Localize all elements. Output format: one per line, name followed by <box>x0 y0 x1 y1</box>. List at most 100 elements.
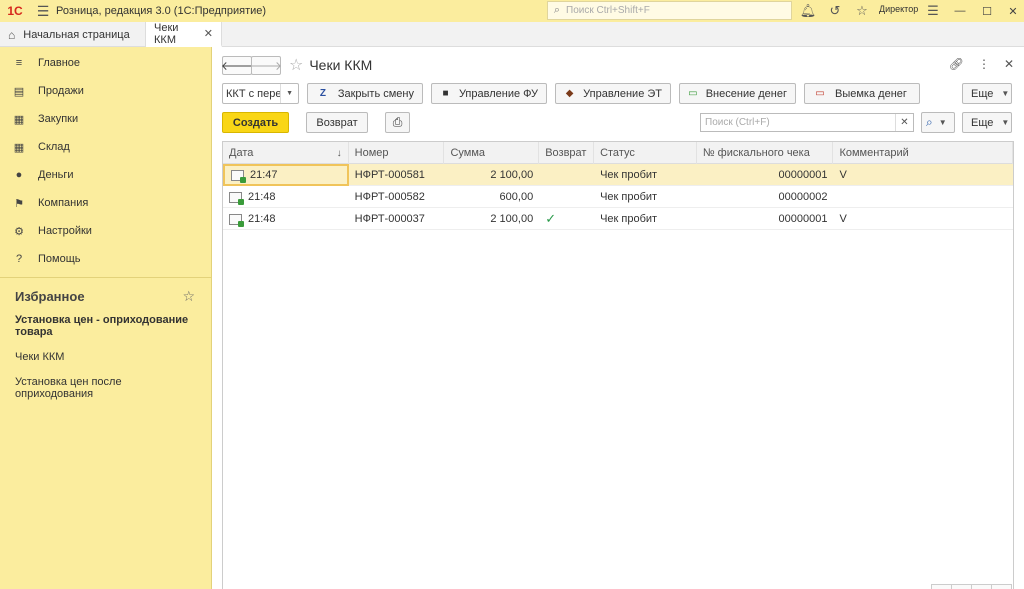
favorites-title: Избранное <box>15 289 85 304</box>
help-icon: ? <box>15 253 23 265</box>
sidebar-item-money[interactable]: ● Деньги <box>0 161 211 189</box>
cell-number[interactable]: НФРТ-000037 <box>349 208 445 230</box>
column-header-date[interactable]: Дата ↓ <box>223 142 349 164</box>
more-button-2[interactable]: Еще ▼ <box>962 112 1012 133</box>
clear-icon[interactable]: ✕ <box>895 114 913 131</box>
table-header: Дата ↓ Номер Сумма Возврат Статус № фиска… <box>223 142 1013 164</box>
global-search-input[interactable]: ⌕ Поиск Ctrl+Shift+F <box>547 1 792 20</box>
column-label: Дата <box>229 147 254 159</box>
column-header-fiscal[interactable]: № фискального чека <box>697 142 834 164</box>
cash-out-button[interactable]: ▭ Выемка денег <box>804 83 920 104</box>
search-button[interactable]: ⌕ ▼ <box>921 112 955 133</box>
cell-status[interactable]: Чек пробит <box>594 208 697 230</box>
column-header-comment[interactable]: Комментарий <box>833 142 1013 164</box>
scroll-next-button[interactable] <box>971 584 992 589</box>
sidebar-item-label: Деньги <box>38 169 74 181</box>
cell-comment[interactable]: V <box>833 208 1013 230</box>
sidebar-item-label: Помощь <box>38 253 81 265</box>
bell-icon[interactable]: 🔔︎ <box>796 0 820 22</box>
cell-sum[interactable]: 2 100,00 <box>444 164 539 186</box>
sidebar-item-settings[interactable]: ⚙ Настройки <box>0 217 211 245</box>
cash-in-icon: ▭ <box>688 88 698 99</box>
chevron-down-icon: ▼ <box>1001 118 1010 127</box>
maximize-icon[interactable]: ☐ <box>973 0 1001 22</box>
column-label: Комментарий <box>839 147 909 159</box>
cell-sum[interactable]: 2 100,00 <box>444 208 539 230</box>
column-label: Статус <box>600 147 635 159</box>
cell-date[interactable]: 21:48 <box>223 186 349 208</box>
cell-fiscal[interactable]: 00000002 <box>697 186 834 208</box>
chevron-down-icon[interactable]: ▼ <box>280 84 298 103</box>
cell-number[interactable]: НФРТ-000581 <box>349 164 445 186</box>
scroll-last-button[interactable] <box>991 584 1012 589</box>
cell-return[interactable] <box>539 164 594 186</box>
current-user[interactable]: Директор <box>879 4 918 14</box>
cell-number[interactable]: НФРТ-000582 <box>349 186 445 208</box>
sidebar-item-company[interactable]: ⚑ Компания <box>0 189 211 217</box>
close-icon[interactable]: ✕ <box>1004 57 1014 71</box>
link-icon[interactable]: 🔗︎ <box>949 57 964 71</box>
cell-return[interactable] <box>539 186 594 208</box>
fu-manage-button[interactable]: ■ Управление ФУ <box>431 83 547 104</box>
cell-text: 21:48 <box>248 213 276 225</box>
more-button[interactable]: Еще ▼ <box>962 83 1012 104</box>
search-icon: ⌕ <box>926 115 933 129</box>
column-header-status[interactable]: Статус <box>594 142 697 164</box>
more-vertical-icon[interactable]: ⋮ <box>978 57 990 71</box>
favorite-item[interactable]: Установка цен - оприходование товара <box>0 309 211 343</box>
sidebar-item-warehouse[interactable]: ▦ Склад <box>0 133 211 161</box>
close-shift-button[interactable]: Z Закрыть смену <box>307 83 423 104</box>
page-title: Чеки ККМ <box>309 57 373 73</box>
back-button[interactable]: 🡐 <box>221 55 253 75</box>
close-window-icon[interactable]: ✕ <box>999 0 1024 22</box>
table-row[interactable]: 21:47 НФРТ-000581 2 100,00 Чек пробит 00… <box>223 164 1013 186</box>
cell-status[interactable]: Чек пробит <box>594 186 697 208</box>
cell-fiscal[interactable]: 00000001 <box>697 208 834 230</box>
list-search-placeholder: Поиск (Ctrl+F) <box>705 117 770 128</box>
star-icon[interactable]: ☆ <box>182 288 195 305</box>
et-manage-label: Управление ЭТ <box>583 87 662 100</box>
close-tab-icon[interactable]: ✕ <box>204 27 213 40</box>
favorites-star-icon[interactable]: ☆ <box>850 0 874 22</box>
table-row[interactable]: 21:48 НФРТ-000037 2 100,00 ✓ Чек пробит … <box>223 208 1013 230</box>
favorite-item[interactable]: Чеки ККМ <box>0 343 211 371</box>
history-icon[interactable]: ↺ <box>823 0 847 22</box>
sidebar-item-help[interactable]: ? Помощь <box>0 245 211 273</box>
list-search-input[interactable]: Поиск (Ctrl+F) ✕ <box>700 113 914 132</box>
scroll-first-button[interactable] <box>931 584 952 589</box>
tab-home[interactable]: ⌂ Начальная страница <box>0 22 146 47</box>
minimize-icon[interactable]: — <box>946 0 974 22</box>
favorite-star-icon[interactable]: ☆ <box>289 55 303 75</box>
cell-date[interactable]: 21:47 <box>223 164 349 186</box>
sidebar-item-label: Закупки <box>38 113 79 125</box>
sidebar-item-sales[interactable]: ▤ Продажи <box>0 77 211 105</box>
column-header-number[interactable]: Номер <box>349 142 445 164</box>
kkt-select[interactable]: ККТ с пере ▼ <box>222 83 299 104</box>
table-row[interactable]: 21:48 НФРТ-000582 600,00 Чек пробит 0000… <box>223 186 1013 208</box>
tab-cheki-kkm[interactable]: Чеки ККМ ✕ <box>146 22 222 47</box>
fu-manage-label: Управление ФУ <box>458 87 538 100</box>
more-label: Еще <box>971 116 994 129</box>
cell-return[interactable]: ✓ <box>539 208 594 230</box>
cell-comment[interactable]: V <box>833 164 1013 186</box>
column-header-sum[interactable]: Сумма <box>444 142 540 164</box>
cell-sum[interactable]: 600,00 <box>444 186 539 208</box>
cell-date[interactable]: 21:48 <box>223 208 349 230</box>
forward-button[interactable]: 🡒 <box>250 55 282 75</box>
cell-comment[interactable] <box>833 186 1013 208</box>
create-button[interactable]: Создать <box>222 112 289 133</box>
et-manage-button[interactable]: ◆ Управление ЭТ <box>555 83 671 104</box>
cash-in-button[interactable]: ▭ Внесение денег <box>679 83 796 104</box>
cell-fiscal[interactable]: 00000001 <box>697 164 834 186</box>
cell-status[interactable]: Чек пробит <box>594 164 697 186</box>
sidebar-item-main[interactable]: ≡ Главное <box>0 49 211 77</box>
favorite-item[interactable]: Установка цен после оприходования <box>0 371 211 405</box>
return-button[interactable]: Возврат <box>306 112 368 133</box>
main-menu-icon[interactable]: ☰ <box>30 0 56 22</box>
settings-menu-icon[interactable]: ☰ <box>921 0 945 22</box>
sidebar-item-purchases[interactable]: ▦ Закупки <box>0 105 211 133</box>
column-header-return[interactable]: Возврат <box>539 142 595 164</box>
print-button[interactable]: ⎙ <box>385 112 410 133</box>
column-label: Возврат <box>545 147 587 159</box>
scroll-prev-button[interactable] <box>951 584 972 589</box>
